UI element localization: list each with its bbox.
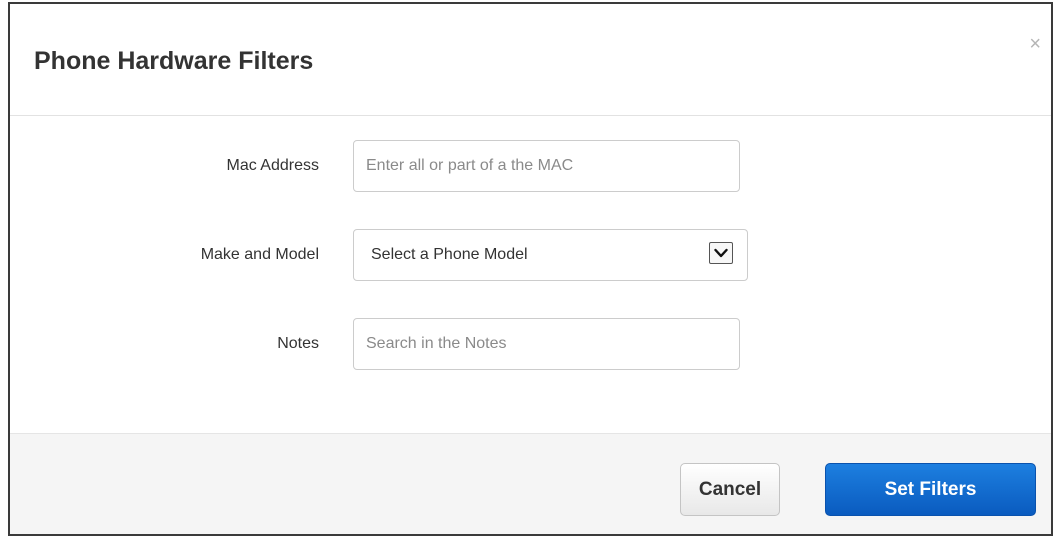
phone-model-selected-value: Select a Phone Model: [371, 246, 528, 263]
dialog-body: Mac Address Make and Model Select a Phon…: [10, 116, 1051, 434]
cancel-button[interactable]: Cancel: [680, 463, 780, 516]
make-model-label: Make and Model: [200, 246, 319, 263]
set-filters-button[interactable]: Set Filters: [825, 463, 1036, 516]
chevron-down-icon[interactable]: [709, 242, 733, 264]
dialog-header: Phone Hardware Filters ×: [10, 4, 1051, 116]
notes-label: Notes: [277, 335, 319, 352]
phone-hardware-filters-dialog: Phone Hardware Filters × Mac Address Mak…: [8, 2, 1053, 536]
make-model-row: Make and Model Select a Phone Model: [10, 229, 1051, 283]
close-icon[interactable]: ×: [1029, 34, 1041, 54]
dialog-title: Phone Hardware Filters: [34, 47, 314, 75]
mac-address-label: Mac Address: [226, 157, 319, 174]
notes-search-input[interactable]: [353, 318, 740, 370]
mac-address-row: Mac Address: [10, 140, 1051, 194]
phone-model-select[interactable]: Select a Phone Model: [353, 229, 748, 281]
mac-address-input[interactable]: [353, 140, 740, 192]
dialog-footer: Cancel Set Filters: [10, 433, 1051, 534]
notes-row: Notes: [10, 318, 1051, 372]
